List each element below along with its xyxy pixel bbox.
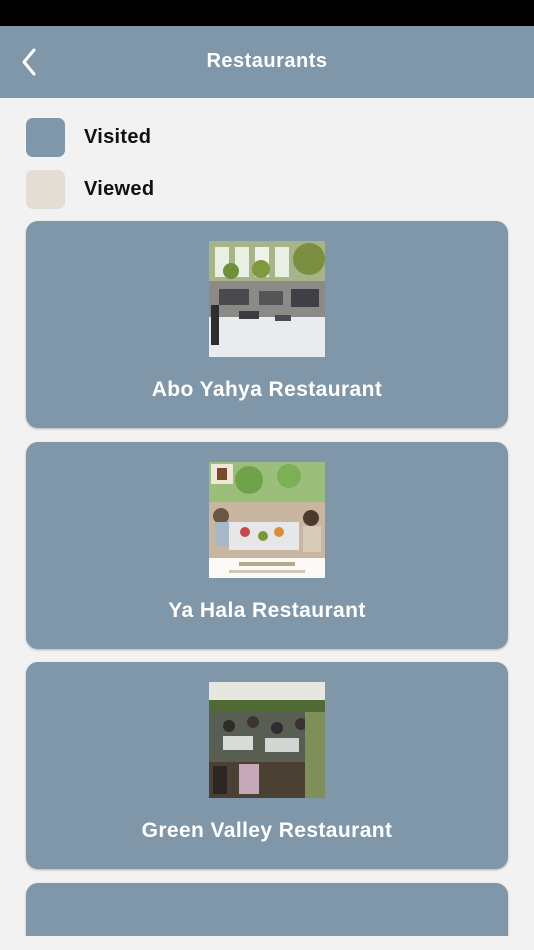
visited-swatch — [26, 117, 65, 157]
bottom-area — [0, 936, 534, 950]
legend-label-visited: Visited — [84, 125, 152, 148]
restaurant-name: Green Valley Restaurant — [141, 819, 393, 842]
dining-hall-photo — [209, 241, 325, 357]
legend-viewed: Viewed — [26, 169, 154, 209]
garden-dining-photo — [209, 682, 325, 798]
restaurant-card[interactable]: Abo Yahya Restaurant — [26, 221, 508, 428]
restaurant-photo — [209, 241, 325, 357]
restaurant-card[interactable]: Green Valley Restaurant — [26, 662, 508, 869]
viewed-swatch — [26, 169, 65, 209]
status-bar — [0, 0, 534, 26]
restaurant-photo — [209, 682, 325, 798]
restaurant-name: Abo Yahya Restaurant — [151, 378, 383, 401]
restaurant-card[interactable] — [26, 883, 508, 943]
restaurant-name: Ya Hala Restaurant — [168, 599, 366, 622]
navigation-bar: Restaurants — [0, 26, 534, 98]
legend-label-viewed: Viewed — [84, 177, 155, 200]
legend-visited: Visited — [26, 117, 151, 157]
restaurant-photo — [209, 462, 325, 578]
restaurant-card[interactable]: Ya Hala Restaurant — [26, 442, 508, 649]
group-dining-photo — [209, 462, 325, 578]
page-title: Restaurants — [206, 50, 328, 72]
